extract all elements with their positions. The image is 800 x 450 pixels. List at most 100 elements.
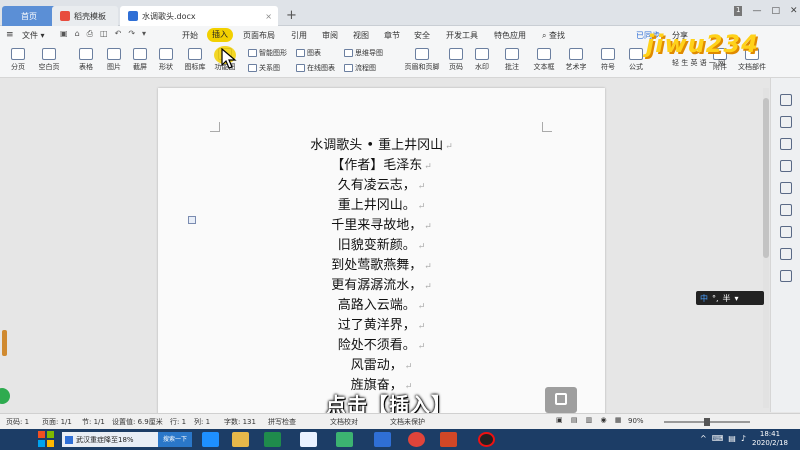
menu-file[interactable]: 文件 ▾	[22, 30, 45, 41]
undo-icon[interactable]: ↶	[115, 29, 122, 39]
icon-library-button[interactable]: 图标库	[182, 48, 208, 72]
menu-start[interactable]: 开始	[182, 30, 198, 41]
table-button[interactable]: 表格	[74, 48, 98, 72]
menu-features[interactable]: 特色应用	[494, 30, 526, 41]
open-icon[interactable]: ⌂	[75, 29, 80, 39]
hamburger-icon[interactable]: ≡	[6, 30, 14, 40]
menu-security[interactable]: 安全	[414, 30, 430, 41]
screenshot-button[interactable]: 截屏	[128, 48, 152, 72]
menu-references[interactable]: 引用	[291, 30, 307, 41]
menu-layout[interactable]: 页面布局	[243, 30, 275, 41]
close-tab-icon[interactable]: ×	[265, 12, 272, 21]
blank-page-button[interactable]: 空白页	[34, 48, 64, 72]
paragraph-handle-icon[interactable]	[188, 216, 196, 224]
save-icon[interactable]: ▣	[60, 29, 68, 39]
textbox-button[interactable]: 文本框	[530, 48, 558, 72]
sidebar-layout-icon[interactable]	[780, 160, 792, 172]
header-footer-button[interactable]: 页眉和页脚	[402, 48, 442, 72]
close-window-icon[interactable]: ✕	[790, 6, 798, 16]
relation-chart-icon	[248, 64, 257, 72]
comment-button[interactable]: 批注	[500, 48, 524, 72]
page-number-button[interactable]: 页码	[444, 48, 468, 72]
wordart-button[interactable]: 艺术字	[562, 48, 590, 72]
chrome-icon[interactable]	[408, 432, 425, 447]
baidu-netdisk-icon[interactable]	[300, 432, 317, 447]
minimize-icon[interactable]: —	[752, 6, 761, 16]
explorer-icon[interactable]	[232, 432, 249, 447]
sidebar-share-icon[interactable]	[780, 248, 792, 260]
floating-widget[interactable]	[0, 388, 10, 404]
tab-templates[interactable]: 稻壳模板	[52, 6, 118, 26]
relation-chart-button[interactable]: 关系图	[248, 63, 280, 73]
taskbar-search[interactable]: 搜索一下	[158, 432, 192, 447]
online-chart-button[interactable]: 在线图表	[296, 63, 335, 73]
more-icon[interactable]: ▾	[142, 29, 146, 39]
sidebar-style-icon[interactable]	[780, 116, 792, 128]
tray-icons[interactable]: ^ ⌨ ▤ ♪	[700, 434, 746, 443]
ime-punct-icon[interactable]: °,	[712, 294, 719, 303]
menu-review[interactable]: 审阅	[322, 30, 338, 41]
table-icon	[79, 48, 93, 60]
ime-skin-icon[interactable]: ▾	[735, 294, 739, 303]
ime-lang[interactable]: 中	[700, 293, 708, 304]
sidebar-edit-icon[interactable]	[780, 182, 792, 194]
ie-icon[interactable]	[202, 432, 219, 447]
maximize-icon[interactable]: □	[771, 6, 780, 16]
menu-view[interactable]: 视图	[353, 30, 369, 41]
excel-icon[interactable]	[264, 432, 281, 447]
user-badge-icon[interactable]: 1	[734, 6, 743, 16]
sidebar-select-icon[interactable]	[780, 94, 792, 106]
new-tab-button[interactable]: +	[286, 8, 297, 23]
watermark-button[interactable]: 水印	[470, 48, 494, 72]
mind-map-button[interactable]: 思维导图	[344, 48, 383, 58]
picture-button[interactable]: 图片	[102, 48, 126, 72]
powerpoint-icon[interactable]	[440, 432, 457, 447]
menu-chapter[interactable]: 章节	[384, 30, 400, 41]
tab-document[interactable]: 水调歌头.docx ×	[120, 6, 278, 26]
relation-chart-label: 关系图	[259, 64, 280, 72]
print-icon[interactable]: ⎙	[87, 29, 93, 39]
sidebar-translate-icon[interactable]	[780, 226, 792, 238]
tray-keyboard-icon[interactable]: ⌨	[712, 434, 724, 443]
smart-graphic-label: 智能图形	[259, 49, 287, 57]
symbol-button[interactable]: 符号	[596, 48, 620, 72]
zoom-level[interactable]: 90%	[628, 417, 644, 425]
document-page[interactable]: 水调歌头 • 重上井冈山 ↵ 【作者】毛泽东 ↵ 久有凌云志， ↵ 重上井冈山。 ↵ 千…	[158, 88, 605, 418]
ime-mode[interactable]: 半	[723, 293, 731, 304]
view-mode-icons[interactable]: ▣ ▤ ▥ ◉ ▦	[556, 416, 624, 424]
tray-arrow-icon[interactable]: ^	[700, 434, 707, 443]
scrollbar-thumb[interactable]	[763, 98, 769, 258]
status-protect[interactable]: 文档未保护	[390, 417, 425, 427]
redo-icon[interactable]: ↷	[128, 29, 135, 39]
status-spellcheck[interactable]: 拼写检查	[268, 417, 296, 427]
news-app[interactable]: 武汉重症降至18%	[62, 432, 160, 447]
menu-developer[interactable]: 开发工具	[446, 30, 478, 41]
tab-home[interactable]: 首页	[2, 6, 56, 26]
tray-clock[interactable]: 18:41 2020/2/18	[752, 430, 788, 448]
blank-page-icon	[42, 48, 56, 60]
tray-volume-icon[interactable]: ♪	[741, 434, 746, 443]
formula-button[interactable]: 公式	[624, 48, 648, 72]
search-box[interactable]: ⌕ 查找	[542, 30, 565, 41]
flowchart-button[interactable]: 流程图	[344, 63, 376, 73]
chat-icon[interactable]	[336, 432, 353, 447]
status-proofread[interactable]: 文档校对	[330, 417, 358, 427]
ime-toolbar[interactable]: 中 °, 半 ▾	[696, 291, 764, 305]
windows-start-icon[interactable]	[38, 431, 54, 447]
sidebar-help-icon[interactable]	[780, 270, 792, 282]
shape-button[interactable]: 形状	[154, 48, 178, 72]
record-icon[interactable]	[478, 432, 495, 447]
wps-writer-icon[interactable]	[374, 432, 391, 447]
sidebar-shape-icon[interactable]	[780, 138, 792, 150]
chart-button[interactable]: 图表	[296, 48, 321, 58]
smart-graphic-button[interactable]: 智能图形	[248, 48, 287, 58]
preview-icon[interactable]: ◫	[100, 29, 108, 39]
poem-line-text: 高路入云端。	[337, 298, 416, 313]
picture-label: 图片	[107, 63, 121, 71]
zoom-slider-thumb[interactable]	[704, 418, 710, 426]
menu-insert[interactable]: 插入	[207, 28, 233, 42]
page-break-button[interactable]: 分页	[6, 48, 30, 72]
tray-network-icon[interactable]: ▤	[728, 434, 736, 443]
sidebar-cloud-icon[interactable]	[780, 204, 792, 216]
recording-widget[interactable]	[545, 387, 577, 413]
